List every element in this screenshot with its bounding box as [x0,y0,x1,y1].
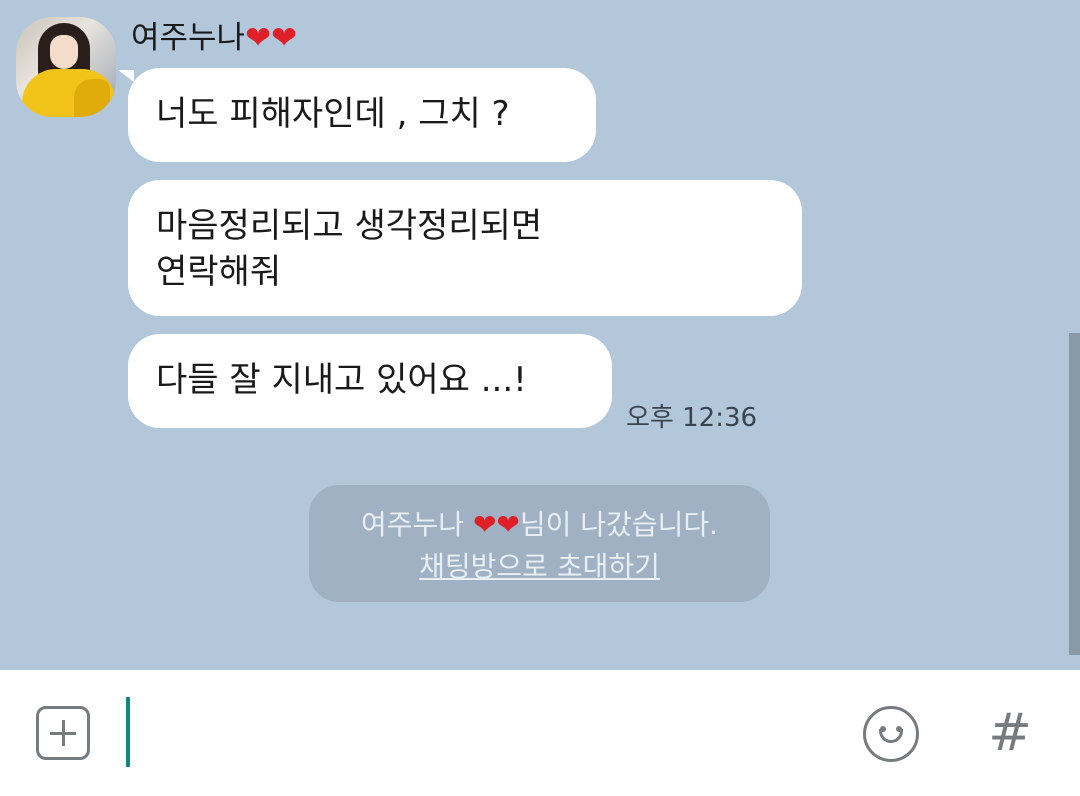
notice-left-text: 님이 나갔습니다. [519,508,718,541]
notice-left-line: 여주누나 ❤❤님이 나갔습니다. [309,504,770,546]
invite-link[interactable]: 채팅방으로 초대하기 [309,546,770,588]
message-bubble[interactable]: 마음정리되고 생각정리되면 연락해줘 [128,180,802,316]
avatar-hoodie-shade [74,79,110,117]
heart-emoji: ❤❤ [472,508,520,541]
sender-avatar[interactable] [16,17,116,117]
system-notice: 여주누나 ❤❤님이 나갔습니다. 채팅방으로 초대하기 [309,485,770,602]
scrollbar[interactable] [1069,333,1080,655]
bubble-tail [118,70,134,82]
notice-name: 여주누나 [361,508,465,541]
message-timestamp: 오후 12:36 [626,403,758,433]
message-bubble[interactable]: 너도 피해자인데 , 그치 ? [128,68,596,162]
plus-square-icon[interactable] [36,706,90,760]
message-bubble[interactable]: 다들 잘 지내고 있어요 ...! [128,334,612,428]
message-input[interactable] [124,696,828,770]
avatar-face [50,35,78,69]
text-caret [126,697,130,767]
sender-name-text: 여주누나 [131,20,246,56]
chat-area[interactable]: 여주누나❤❤ 너도 피해자인데 , 그치 ? 마음정리되고 생각정리되면 연락해… [0,0,1080,670]
plus-icon-stroke-v [62,720,65,746]
smiley-icon[interactable] [863,706,919,762]
smiley-mouth [879,729,903,743]
heart-emoji: ❤❤ [245,20,298,56]
hashtag-button[interactable]: # [986,700,1034,766]
sender-name: 여주누나❤❤ [131,16,297,60]
